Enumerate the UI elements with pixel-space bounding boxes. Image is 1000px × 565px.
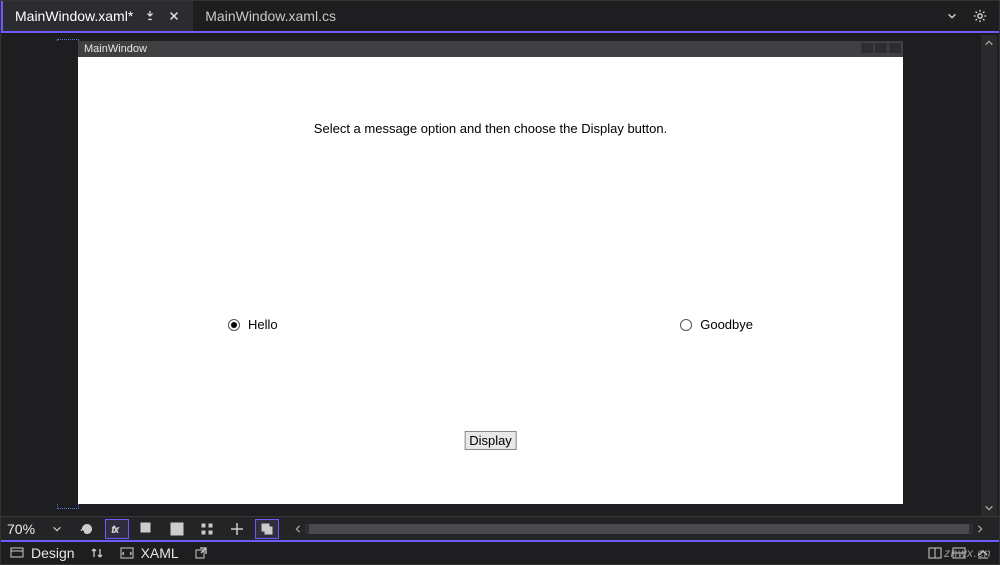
zoom-level[interactable]: 70%	[7, 521, 39, 537]
caret-down-icon[interactable]	[943, 7, 961, 25]
pin-icon[interactable]	[143, 9, 157, 23]
watermark-text: znwx.cn	[944, 546, 991, 560]
gear-icon[interactable]	[971, 7, 989, 25]
design-artboard[interactable]: MainWindow Select a message option and t…	[78, 41, 903, 504]
xaml-mode-icon	[119, 545, 135, 561]
window-titlebar: MainWindow	[78, 41, 903, 57]
group-icon[interactable]	[255, 519, 279, 539]
effects-icon[interactable]: fx	[105, 519, 129, 539]
refresh-icon[interactable]	[75, 519, 99, 539]
radio-goodbye[interactable]: Goodbye	[680, 317, 753, 332]
radio-dot-icon	[680, 319, 692, 331]
tab-mainwindow-xaml[interactable]: MainWindow.xaml*	[1, 1, 193, 31]
scroll-up-icon[interactable]	[981, 35, 997, 51]
tab-label: MainWindow.xaml.cs	[205, 8, 336, 24]
grid-icon[interactable]	[135, 519, 159, 539]
window-minimize-icon	[861, 43, 873, 53]
tab-label: MainWindow.xaml*	[15, 8, 133, 24]
mode-design[interactable]: Design	[9, 545, 75, 561]
horizontal-scrollbar[interactable]	[291, 522, 987, 536]
radio-goodbye-label: Goodbye	[700, 317, 753, 332]
crosshair-icon[interactable]	[225, 519, 249, 539]
design-mode-icon	[9, 545, 25, 561]
window-title: MainWindow	[84, 43, 147, 55]
window-close-icon	[889, 43, 901, 53]
snap-pixel-icon[interactable]	[195, 519, 219, 539]
close-icon[interactable]	[167, 9, 181, 23]
split-horizontal-icon[interactable]	[927, 545, 943, 561]
mode-xaml[interactable]: XAML	[119, 545, 179, 561]
svg-text:fx: fx	[112, 524, 119, 534]
scroll-left-icon[interactable]	[291, 522, 305, 536]
scrollbar-track[interactable]	[984, 51, 994, 500]
swap-panes-icon[interactable]	[89, 545, 105, 561]
scroll-right-icon[interactable]	[973, 522, 987, 536]
scrollbar-thumb[interactable]	[309, 524, 969, 534]
document-tabbar: MainWindow.xaml* MainWindow.xaml.cs	[1, 1, 999, 33]
designer-toolbar: 70% fx	[1, 516, 999, 540]
snap-grid-icon[interactable]	[165, 519, 189, 539]
zoom-dropdown-icon[interactable]	[45, 519, 69, 539]
radio-hello-label: Hello	[248, 317, 278, 332]
display-button[interactable]: Display	[464, 431, 517, 450]
radio-dot-icon	[228, 319, 240, 331]
popout-icon[interactable]	[193, 545, 209, 561]
mode-design-label: Design	[31, 545, 75, 561]
tab-mainwindow-xaml-cs[interactable]: MainWindow.xaml.cs	[193, 1, 348, 31]
vertical-scrollbar[interactable]	[981, 35, 997, 516]
mode-xaml-label: XAML	[141, 545, 179, 561]
designer-surface: MainWindow Select a message option and t…	[1, 35, 999, 516]
window-maximize-icon	[875, 43, 887, 53]
radio-hello[interactable]: Hello	[228, 317, 278, 332]
instruction-text: Select a message option and then choose …	[78, 57, 903, 136]
pane-toolbar: Design XAML	[1, 540, 999, 564]
scroll-down-icon[interactable]	[981, 500, 997, 516]
